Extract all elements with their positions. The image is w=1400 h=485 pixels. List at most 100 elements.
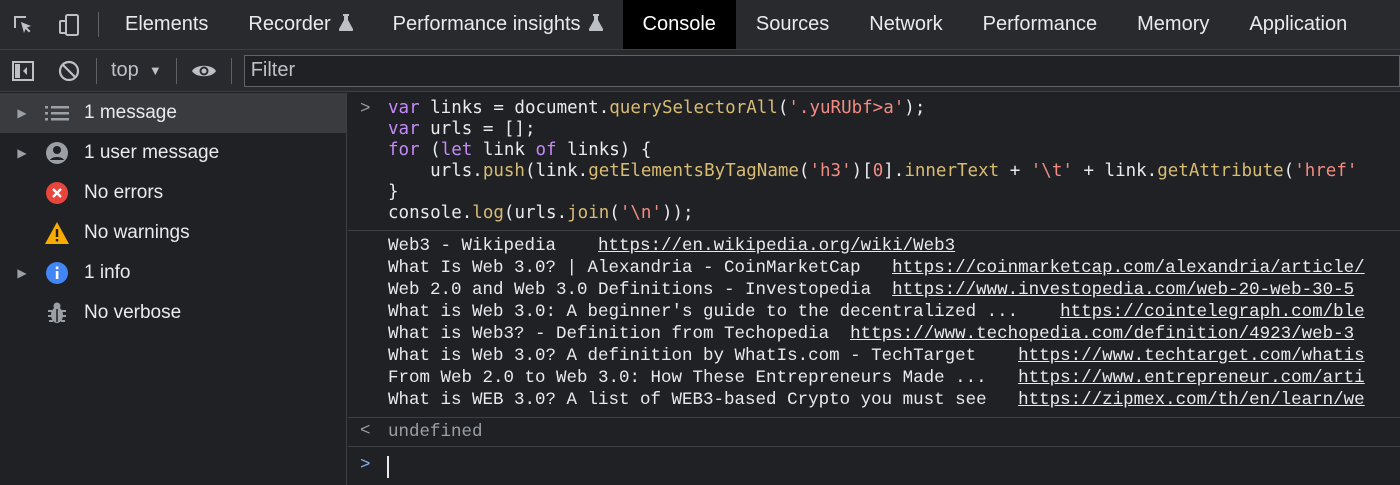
- tab-network[interactable]: Network: [849, 0, 962, 49]
- filter-input[interactable]: [243, 54, 1400, 87]
- console-log-entry: Web3 - Wikipedia https://en.wikipedia.or…: [348, 231, 1400, 418]
- experiment-flask-icon: [338, 13, 353, 36]
- code-line: console.log(urls.join('\n'));: [388, 203, 694, 223]
- sidebar-item-no-warnings[interactable]: No warnings: [0, 213, 346, 253]
- log-title: What is Web 3.0? A definition by WhatIs.…: [388, 346, 1019, 366]
- tab-console[interactable]: Console: [622, 0, 736, 49]
- tab-label: Performance insights: [392, 13, 581, 35]
- toolbar-separator: [230, 57, 232, 84]
- log-title: What Is Web 3.0? | Alexandria - CoinMark…: [388, 258, 893, 278]
- log-title: What is Web3? - Definition from Techoped…: [388, 324, 851, 344]
- tab-label: Elements: [125, 13, 209, 35]
- expand-arrow-icon[interactable]: ▶: [0, 266, 44, 280]
- result-prompt-icon: <: [360, 421, 371, 441]
- toolbar-separator: [175, 57, 177, 84]
- sidebar-item-no-errors[interactable]: No errors: [0, 173, 346, 213]
- log-line: What is Web 3.0: A beginner's guide to t…: [388, 301, 1400, 323]
- log-url-link[interactable]: https://www.techtarget.com/whatis: [1018, 346, 1365, 366]
- tab-label: Console: [642, 13, 716, 35]
- code-line: var urls = [];: [388, 119, 536, 139]
- console-input-entry: > var links = document.querySelectorAll(…: [348, 93, 1400, 231]
- log-url-link[interactable]: https://en.wikipedia.org/wiki/Web3: [598, 236, 955, 256]
- log-title: Web3 - Wikipedia: [388, 236, 599, 256]
- user-icon: [44, 140, 70, 166]
- eye-icon: [191, 65, 216, 76]
- error-icon: [44, 180, 70, 206]
- console-panel: > var links = document.querySelectorAll(…: [348, 93, 1400, 485]
- sidebar-item-no-verbose[interactable]: No verbose: [0, 293, 346, 333]
- log-line: What is Web3? - Definition from Techoped…: [388, 323, 1400, 345]
- context-label: top: [111, 59, 139, 81]
- log-title: From Web 2.0 to Web 3.0: How These Entre…: [388, 368, 1019, 388]
- clear-console-button[interactable]: [46, 50, 92, 92]
- device-toolbar-icon[interactable]: [46, 0, 92, 49]
- tab-performance-insights[interactable]: Performance insights: [373, 0, 623, 49]
- sidebar-item-1-user-message[interactable]: ▶ 1 user message: [0, 133, 346, 173]
- console-result-entry: < undefined: [348, 418, 1400, 447]
- log-line: What is Web 3.0? A definition by WhatIs.…: [388, 345, 1400, 367]
- context-selector[interactable]: top ▼: [101, 59, 172, 82]
- tab-memory[interactable]: Memory: [1117, 0, 1229, 49]
- tab-label: Sources: [755, 13, 830, 35]
- result-value: undefined: [388, 422, 483, 442]
- tab-label: Memory: [1137, 13, 1210, 35]
- log-url-link[interactable]: https://zipmex.com/th/en/learn/we: [1018, 390, 1365, 410]
- prompt-chevron-icon: >: [360, 455, 371, 475]
- tab-label: Application: [1249, 13, 1348, 35]
- toolbar-separator: [96, 57, 97, 84]
- console-prompt[interactable]: >: [348, 447, 1400, 485]
- log-title: What is Web 3.0: A beginner's guide to t…: [388, 302, 1061, 322]
- info-icon: [44, 260, 70, 286]
- tab-elements[interactable]: Elements: [105, 0, 228, 49]
- log-url-link[interactable]: https://coinmarketcap.com/alexandria/art…: [892, 258, 1365, 278]
- sidebar-item-label: No verbose: [84, 302, 182, 323]
- sidebar-item-label: No errors: [84, 182, 164, 203]
- tab-performance[interactable]: Performance: [963, 0, 1118, 49]
- expand-arrow-icon[interactable]: ▶: [0, 106, 44, 120]
- sidebar-item-label: No warnings: [84, 222, 190, 243]
- sidebar-item-1-info[interactable]: ▶ 1 info: [0, 253, 346, 293]
- tab-recorder[interactable]: Recorder: [228, 0, 372, 49]
- code-line: for (let link of links) {: [388, 140, 652, 160]
- log-title: Web 2.0 and Web 3.0 Definitions - Invest…: [388, 280, 893, 300]
- warning-icon: [44, 220, 70, 246]
- console-toolbar: top ▼: [0, 50, 1400, 92]
- toggle-sidebar-button[interactable]: [0, 50, 46, 92]
- live-expression-button[interactable]: [181, 50, 227, 92]
- inspect-element-icon[interactable]: [0, 0, 46, 49]
- chevron-down-icon: ▼: [148, 63, 162, 78]
- code-line: var links = document.querySelectorAll('.…: [388, 98, 926, 118]
- log-line: Web3 - Wikipedia https://en.wikipedia.or…: [388, 235, 1400, 257]
- log-url-link[interactable]: https://www.techopedia.com/definition/49…: [850, 324, 1354, 344]
- devtools-tab-bar: Elements Recorder Performance insights Cons…: [0, 0, 1400, 50]
- list-icon: [44, 100, 70, 126]
- log-url-link[interactable]: https://www.entrepreneur.com/arti: [1018, 368, 1365, 388]
- sidebar-icon: [12, 60, 34, 81]
- text-cursor: [387, 456, 389, 478]
- log-line: What is WEB 3.0? A list of WEB3-based Cr…: [388, 389, 1400, 411]
- tab-label: Network: [869, 13, 943, 35]
- console-sidebar: ▶ 1 message ▶ 1 user message No errors No war…: [0, 93, 347, 485]
- code-block[interactable]: var links = document.querySelectorAll('.…: [348, 93, 1400, 230]
- sidebar-item-label: 1 info: [84, 262, 131, 283]
- tab-label: Performance: [982, 13, 1098, 35]
- tab-separator: [98, 12, 99, 37]
- log-line: From Web 2.0 to Web 3.0: How These Entre…: [388, 367, 1400, 389]
- experiment-flask-icon: [588, 13, 603, 36]
- expand-arrow-icon[interactable]: ▶: [0, 146, 44, 160]
- tab-application[interactable]: Application: [1229, 0, 1367, 49]
- tab-sources[interactable]: Sources: [736, 0, 849, 49]
- log-line: Web 2.0 and Web 3.0 Definitions - Invest…: [388, 279, 1400, 301]
- code-line: }: [388, 182, 399, 202]
- input-prompt-icon: >: [360, 99, 371, 119]
- log-line: What Is Web 3.0? | Alexandria - CoinMark…: [388, 257, 1400, 279]
- sidebar-item-label: 1 message: [84, 102, 177, 123]
- code-line: urls.push(link.getElementsByTagName('h3'…: [388, 161, 1358, 181]
- sidebar-item-1-message[interactable]: ▶ 1 message: [0, 93, 346, 133]
- clear-icon: [58, 60, 80, 81]
- bug-icon: [44, 300, 70, 326]
- log-title: What is WEB 3.0? A list of WEB3-based Cr…: [388, 390, 1019, 410]
- sidebar-item-label: 1 user message: [84, 142, 220, 163]
- log-url-link[interactable]: https://cointelegraph.com/ble: [1060, 302, 1365, 322]
- log-url-link[interactable]: https://www.investopedia.com/web-20-web-…: [892, 280, 1354, 300]
